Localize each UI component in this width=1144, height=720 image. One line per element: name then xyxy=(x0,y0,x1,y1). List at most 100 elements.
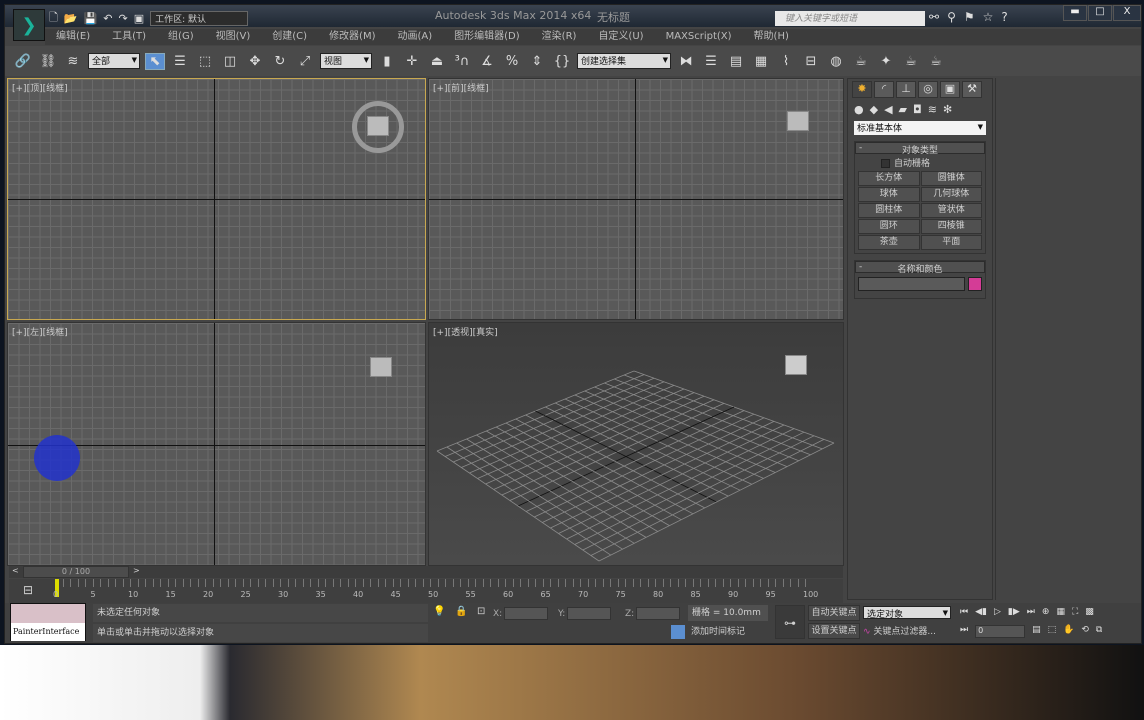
maxscript-listener[interactable]: PainterInterface xyxy=(10,603,86,641)
menu-item[interactable]: 编辑(E) xyxy=(45,29,101,45)
menu-item[interactable]: 帮助(H) xyxy=(743,29,800,45)
category-dropdown[interactable]: 标准基本体 xyxy=(854,121,986,135)
percent-snap-icon[interactable]: % xyxy=(502,54,522,69)
menu-item[interactable]: 图形编辑器(D) xyxy=(443,29,531,45)
maximize-button[interactable]: □ xyxy=(1088,5,1112,21)
render-iterative-icon[interactable]: ☕ xyxy=(926,54,946,69)
maximize-viewport-icon[interactable]: ⧉ xyxy=(1096,625,1102,638)
object-type-button[interactable]: 长方体 xyxy=(858,171,920,186)
field-of-view-icon[interactable]: ⬚ xyxy=(1048,625,1057,638)
app-logo-button[interactable]: ❯ xyxy=(13,9,45,41)
systems-icon[interactable]: ✻ xyxy=(943,103,952,116)
redo-icon[interactable]: ↷ xyxy=(118,12,127,25)
isolate-icon[interactable]: 💡 xyxy=(433,606,445,617)
object-type-button[interactable]: 平面 xyxy=(920,235,982,250)
material-editor-icon[interactable]: ◍ xyxy=(826,54,846,69)
rollout-header[interactable]: - 对象类型 xyxy=(855,142,985,156)
object-type-button[interactable]: 几何球体 xyxy=(920,187,982,202)
rect-selection-icon[interactable]: ⬚ xyxy=(195,54,215,69)
absolute-mode-icon[interactable]: ⊡ xyxy=(477,606,485,617)
viewport-left[interactable]: [+][左][线框] xyxy=(7,322,426,566)
lights-icon[interactable]: ◀ xyxy=(884,103,892,116)
menu-item[interactable]: 组(G) xyxy=(157,29,205,45)
modify-tab-icon[interactable]: ◜ xyxy=(874,81,894,98)
viewport-top[interactable]: [+][顶][线框] xyxy=(7,78,426,320)
selection-filter-dropdown[interactable]: 全部 xyxy=(88,53,140,69)
object-type-button[interactable]: 圆柱体 xyxy=(858,203,920,218)
schematic-view-icon[interactable]: ⊟ xyxy=(801,54,821,69)
layer-icon[interactable]: ▤ xyxy=(726,54,746,69)
new-icon[interactable]: 🗋 xyxy=(49,9,58,28)
object-type-button[interactable]: 圆锥体 xyxy=(920,171,982,186)
helpers-icon[interactable]: ◘ xyxy=(913,103,922,116)
minimize-button[interactable]: ▬ xyxy=(1063,5,1087,21)
project-icon[interactable]: ▣ xyxy=(134,12,144,25)
viewcube-icon[interactable] xyxy=(787,111,809,131)
scale-icon[interactable]: ⤢ xyxy=(295,54,315,69)
curve-editor-icon[interactable]: ⌇ xyxy=(776,54,796,69)
motion-tab-icon[interactable]: ◎ xyxy=(918,81,938,98)
move-icon[interactable]: ✥ xyxy=(245,54,265,69)
goto-start-icon[interactable]: ⏮ xyxy=(960,607,968,617)
lock-icon[interactable]: 🔒 xyxy=(455,606,467,617)
object-name-input[interactable] xyxy=(858,277,965,291)
select-by-name-icon[interactable]: ☰ xyxy=(170,54,190,69)
set-key-icon[interactable]: ⊶ xyxy=(775,605,805,639)
spinner-snap-icon[interactable]: ⇕ xyxy=(527,54,547,69)
workspace-dropdown[interactable]: 工作区: 默认 xyxy=(150,11,249,26)
prev-frame-icon[interactable]: ◀▮ xyxy=(975,607,987,617)
bind-spacewarp-icon[interactable]: ≋ xyxy=(63,54,83,69)
viewcube-icon[interactable] xyxy=(785,355,807,375)
select-object-icon[interactable]: ⬉ xyxy=(145,52,165,70)
object-type-button[interactable]: 茶壶 xyxy=(858,235,920,250)
key-filters-button[interactable]: ∿ 关键点过滤器... xyxy=(863,624,936,640)
named-selection-dropdown[interactable]: 创建选择集 xyxy=(577,53,671,69)
orbit-icon[interactable]: ⟲ xyxy=(1081,625,1089,638)
binoculars-icon[interactable]: ⚯ xyxy=(929,10,939,24)
viewport-front[interactable]: [+][前][线框] xyxy=(428,78,844,320)
menu-item[interactable]: MAXScript(X) xyxy=(655,29,743,45)
viewport-label[interactable]: [+][顶][线框] xyxy=(12,81,68,94)
play-icon[interactable]: ▷ xyxy=(994,607,1001,617)
link-icon[interactable]: 🔗 xyxy=(13,54,33,69)
menu-item[interactable]: 创建(C) xyxy=(261,29,318,45)
viewcube-icon[interactable] xyxy=(370,357,392,377)
menu-item[interactable]: 动画(A) xyxy=(387,29,444,45)
object-type-button[interactable]: 管状体 xyxy=(920,203,982,218)
auto-key-button[interactable]: 自动关键点 xyxy=(808,605,860,621)
menu-item[interactable]: 视图(V) xyxy=(205,29,262,45)
undo-icon[interactable]: ↶ xyxy=(103,12,112,25)
angle-snap-icon[interactable]: ∡ xyxy=(477,54,497,69)
unlink-icon[interactable]: ⛓ xyxy=(38,54,58,69)
zoom-extents-icon[interactable]: ⛶ xyxy=(1072,607,1078,617)
shapes-icon[interactable]: ◆ xyxy=(870,103,878,116)
reference-coord-dropdown[interactable]: 视图 xyxy=(320,53,372,69)
display-tab-icon[interactable]: ▣ xyxy=(940,81,960,98)
pan-icon[interactable]: ✋ xyxy=(1063,625,1074,638)
mirror-icon[interactable]: ⧓ xyxy=(676,54,696,69)
object-color-swatch[interactable] xyxy=(968,277,982,291)
viewport-label[interactable]: [+][前][线框] xyxy=(433,81,489,94)
hierarchy-tab-icon[interactable]: ⊥ xyxy=(896,81,916,98)
menu-item[interactable]: 修改器(M) xyxy=(318,29,386,45)
object-type-button[interactable]: 四棱锥 xyxy=(920,219,982,234)
object-type-button[interactable]: 圆环 xyxy=(858,219,920,234)
y-coord[interactable]: Y: xyxy=(558,607,612,620)
close-button[interactable]: X xyxy=(1113,5,1141,21)
rendered-frame-icon[interactable]: ✦ xyxy=(876,54,896,69)
track-bar[interactable]: ⊟ 0 5 10 15 20 25 30 35 40 45 50 55 60 65 70 75 80 85 90 95… xyxy=(9,579,843,603)
viewport-perspective[interactable]: [+][透视][真实] xyxy=(428,322,844,566)
time-config-icon[interactable]: ▤ xyxy=(1032,625,1041,638)
mini-curve-editor-icon[interactable]: ⊟ xyxy=(23,583,33,597)
search-input[interactable]: 键入关键字或短语 xyxy=(775,11,925,26)
key-icon[interactable]: ⚲ xyxy=(947,10,956,24)
open-icon[interactable]: 📂 xyxy=(64,12,78,25)
rotate-icon[interactable]: ↻ xyxy=(270,54,290,69)
zoom-extents-all-icon[interactable]: ▩ xyxy=(1085,607,1094,617)
satellite-icon[interactable]: ⚑ xyxy=(964,10,975,24)
snap-icon[interactable]: ³∩ xyxy=(452,54,472,69)
key-target-dropdown[interactable]: 选定对象 xyxy=(863,606,951,620)
x-coord[interactable]: X: xyxy=(493,607,549,620)
add-time-tag[interactable]: 添加时间标记 xyxy=(671,624,745,640)
rollout-header[interactable]: - 名称和颜色 xyxy=(855,261,985,275)
